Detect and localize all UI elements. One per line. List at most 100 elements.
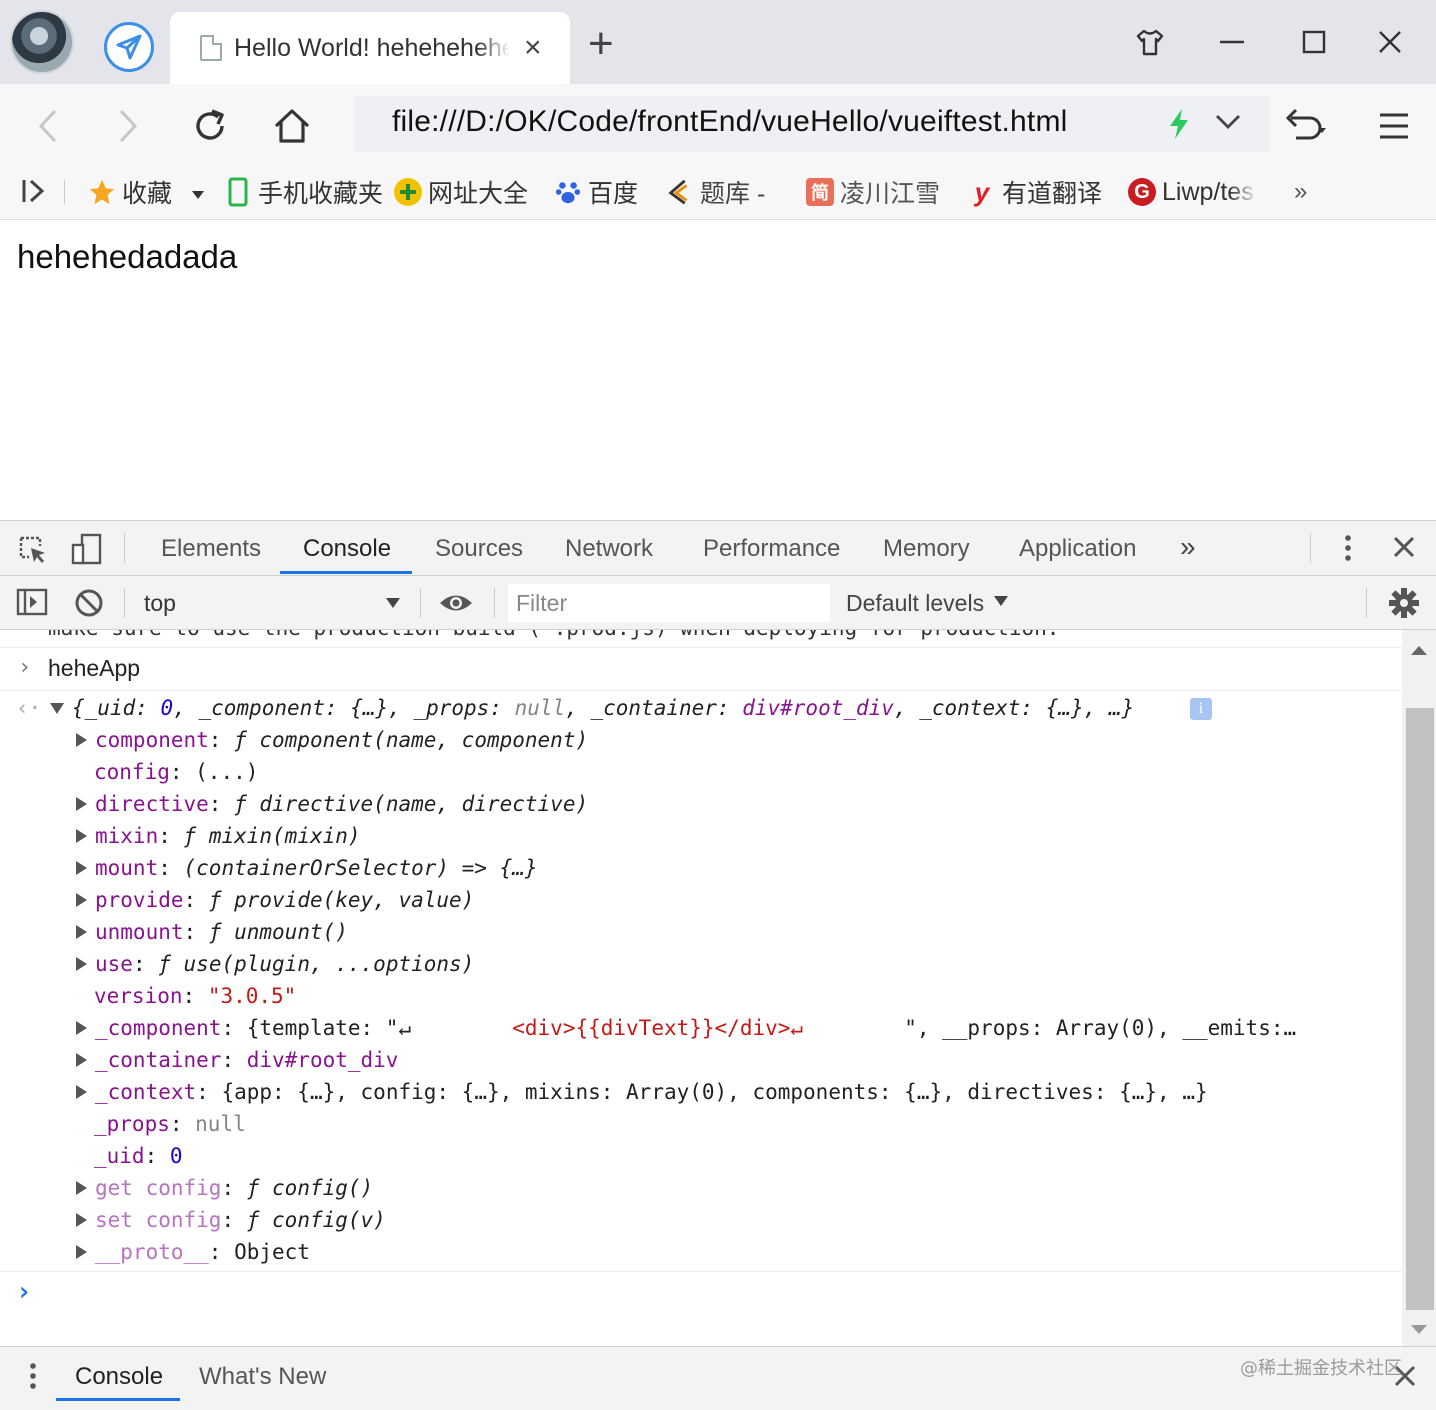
expand-triangle-icon[interactable]	[76, 892, 87, 907]
back-icon[interactable]	[26, 104, 70, 148]
expand-triangle-icon[interactable]	[76, 860, 87, 875]
caret-down-icon	[386, 596, 400, 614]
drawer-tab-whats-new[interactable]: What's New	[199, 1363, 326, 1391]
expand-triangle-icon[interactable]	[76, 1084, 87, 1099]
user-avatar[interactable]	[10, 10, 74, 74]
bookmark-favorites[interactable]: 收藏	[88, 174, 205, 210]
send-icon[interactable]	[104, 22, 154, 72]
prop-row[interactable]: __proto__: Object	[76, 1238, 310, 1266]
gear-icon[interactable]	[1388, 587, 1420, 624]
prop-row[interactable]: _component: {template: "↵ <div>{{divText…	[76, 1014, 1296, 1042]
address-bar[interactable]: file:///D:/OK/Code/frontEnd/vueHello/vue…	[354, 96, 1270, 152]
prop-row[interactable]: mount: (containerOrSelector) => {…}	[76, 854, 538, 882]
prop-row[interactable]: _container: div#root_div	[76, 1046, 398, 1074]
expand-triangle-icon[interactable]	[76, 1020, 87, 1035]
new-tab-button[interactable]: +	[588, 22, 614, 66]
expand-triangle-icon[interactable]	[76, 956, 87, 971]
console-toolbar: top Default levels	[0, 576, 1436, 630]
caret-down-icon[interactable]	[192, 178, 205, 207]
bookmark-youdao[interactable]: y 有道翻译	[968, 174, 1102, 210]
prop-row[interactable]: version: "3.0.5"	[94, 982, 296, 1010]
reload-icon[interactable]	[188, 104, 232, 148]
prop-row[interactable]: get config: ƒ config()	[76, 1174, 373, 1202]
minimize-icon[interactable]	[1212, 22, 1252, 62]
undo-close-tab-icon[interactable]	[1282, 104, 1326, 148]
tab-console[interactable]: Console	[303, 535, 391, 563]
menu-icon[interactable]	[1372, 104, 1416, 148]
home-icon[interactable]	[270, 104, 314, 148]
expand-triangle-icon[interactable]	[76, 1052, 87, 1067]
object-summary[interactable]: {_uid: 0, _component: {…}, _props: null,…	[50, 694, 1134, 722]
prop-row[interactable]: directive: ƒ directive(name, directive)	[76, 790, 588, 818]
expand-triangle-icon[interactable]	[76, 1244, 87, 1259]
skin-shirt-icon[interactable]	[1130, 22, 1170, 62]
bookmark-question-bank[interactable]: 题库 -	[666, 174, 765, 210]
expand-triangle-icon[interactable]	[76, 796, 87, 811]
expand-triangle-icon[interactable]	[76, 924, 87, 939]
scroll-up-icon[interactable]	[1411, 642, 1427, 660]
maximize-icon[interactable]	[1294, 22, 1334, 62]
scroll-down-icon[interactable]	[1411, 1322, 1427, 1340]
lightning-icon[interactable]	[1166, 108, 1192, 145]
prop-row[interactable]: config: (...)	[94, 758, 258, 786]
url-text[interactable]: file:///D:/OK/Code/frontEnd/vueHello/vue…	[392, 105, 1068, 139]
prop-row[interactable]: _props: null	[94, 1110, 246, 1138]
tab-memory[interactable]: Memory	[883, 535, 970, 563]
divider	[420, 588, 421, 618]
devtools-tab-strip: Elements Console Sources Network Perform…	[0, 520, 1436, 576]
prop-row[interactable]: _context: {app: {…}, config: {…}, mixins…	[76, 1078, 1208, 1106]
forward-icon[interactable]	[106, 104, 150, 148]
browser-tab-active[interactable]: Hello World! hehehehehe ×	[170, 12, 570, 84]
prop-row[interactable]: provide: ƒ provide(key, value)	[76, 886, 474, 914]
kebab-menu-icon[interactable]	[1340, 533, 1356, 568]
eye-icon[interactable]	[438, 590, 474, 621]
filter-input[interactable]	[508, 584, 830, 622]
bookmark-url-directory[interactable]: 网址大全	[394, 174, 528, 210]
prop-row[interactable]: use: ƒ use(plugin, ...options)	[76, 950, 474, 978]
inspect-element-icon[interactable]	[18, 535, 48, 570]
prop-row[interactable]: set config: ƒ config(v)	[76, 1206, 386, 1234]
tab-application[interactable]: Application	[1019, 535, 1136, 563]
close-devtools-icon[interactable]	[1392, 535, 1416, 564]
info-badge-icon[interactable]: i	[1190, 698, 1212, 720]
device-toolbar-icon[interactable]	[70, 533, 104, 570]
expand-triangle-icon[interactable]	[76, 1212, 87, 1227]
expand-triangle-icon[interactable]	[76, 1180, 87, 1195]
bookmarks-more-button[interactable]: »	[1294, 174, 1307, 210]
tab-performance[interactable]: Performance	[703, 535, 840, 563]
console-output[interactable]: make sure to use the production build (*…	[0, 630, 1402, 1346]
clear-console-icon[interactable]	[74, 588, 104, 623]
expand-triangle-icon[interactable]	[76, 732, 87, 747]
chevron-down-icon[interactable]	[1214, 112, 1242, 137]
close-window-icon[interactable]	[1370, 22, 1410, 62]
sidebar-panel-icon[interactable]	[16, 588, 48, 621]
phone-icon	[224, 177, 252, 207]
sidebar-toggle-icon[interactable]	[20, 178, 48, 209]
more-tabs-button[interactable]: »	[1180, 531, 1196, 563]
console-scrollbar[interactable]	[1402, 630, 1436, 1346]
drawer-menu-icon[interactable]	[25, 1361, 41, 1396]
bookmark-jianshu[interactable]: 简 凌川江雪	[806, 174, 940, 210]
bookmark-baidu[interactable]: 百度	[554, 174, 638, 210]
tab-network[interactable]: Network	[565, 535, 653, 563]
log-levels-dropdown[interactable]: Default levels	[846, 588, 1009, 618]
prop-row[interactable]: component: ƒ component(name, component)	[76, 726, 588, 754]
prop-row[interactable]: _uid: 0	[94, 1142, 183, 1170]
youdao-icon: y	[974, 176, 990, 207]
active-tab-indicator	[280, 571, 412, 574]
expand-triangle-icon[interactable]	[50, 702, 64, 714]
tab-elements[interactable]: Elements	[161, 535, 261, 563]
bookmark-gitee[interactable]: G Liwp/tes	[1128, 174, 1258, 210]
tab-close-icon[interactable]: ×	[524, 33, 542, 63]
prop-row[interactable]: mixin: ƒ mixin(mixin)	[76, 822, 361, 850]
bookmark-mobile-favorites[interactable]: 手机收藏夹	[224, 174, 383, 210]
filter-field[interactable]	[508, 584, 830, 622]
expand-triangle-icon[interactable]	[76, 828, 87, 843]
prop-row[interactable]: unmount: ƒ unmount()	[76, 918, 348, 946]
console-prompt[interactable]: ›	[16, 1278, 32, 1306]
scrollbar-thumb[interactable]	[1406, 708, 1434, 1310]
tab-sources[interactable]: Sources	[435, 535, 523, 563]
drawer-tab-console[interactable]: Console	[75, 1363, 163, 1391]
gitee-icon: G	[1128, 178, 1156, 206]
context-selector[interactable]: top	[136, 584, 414, 622]
